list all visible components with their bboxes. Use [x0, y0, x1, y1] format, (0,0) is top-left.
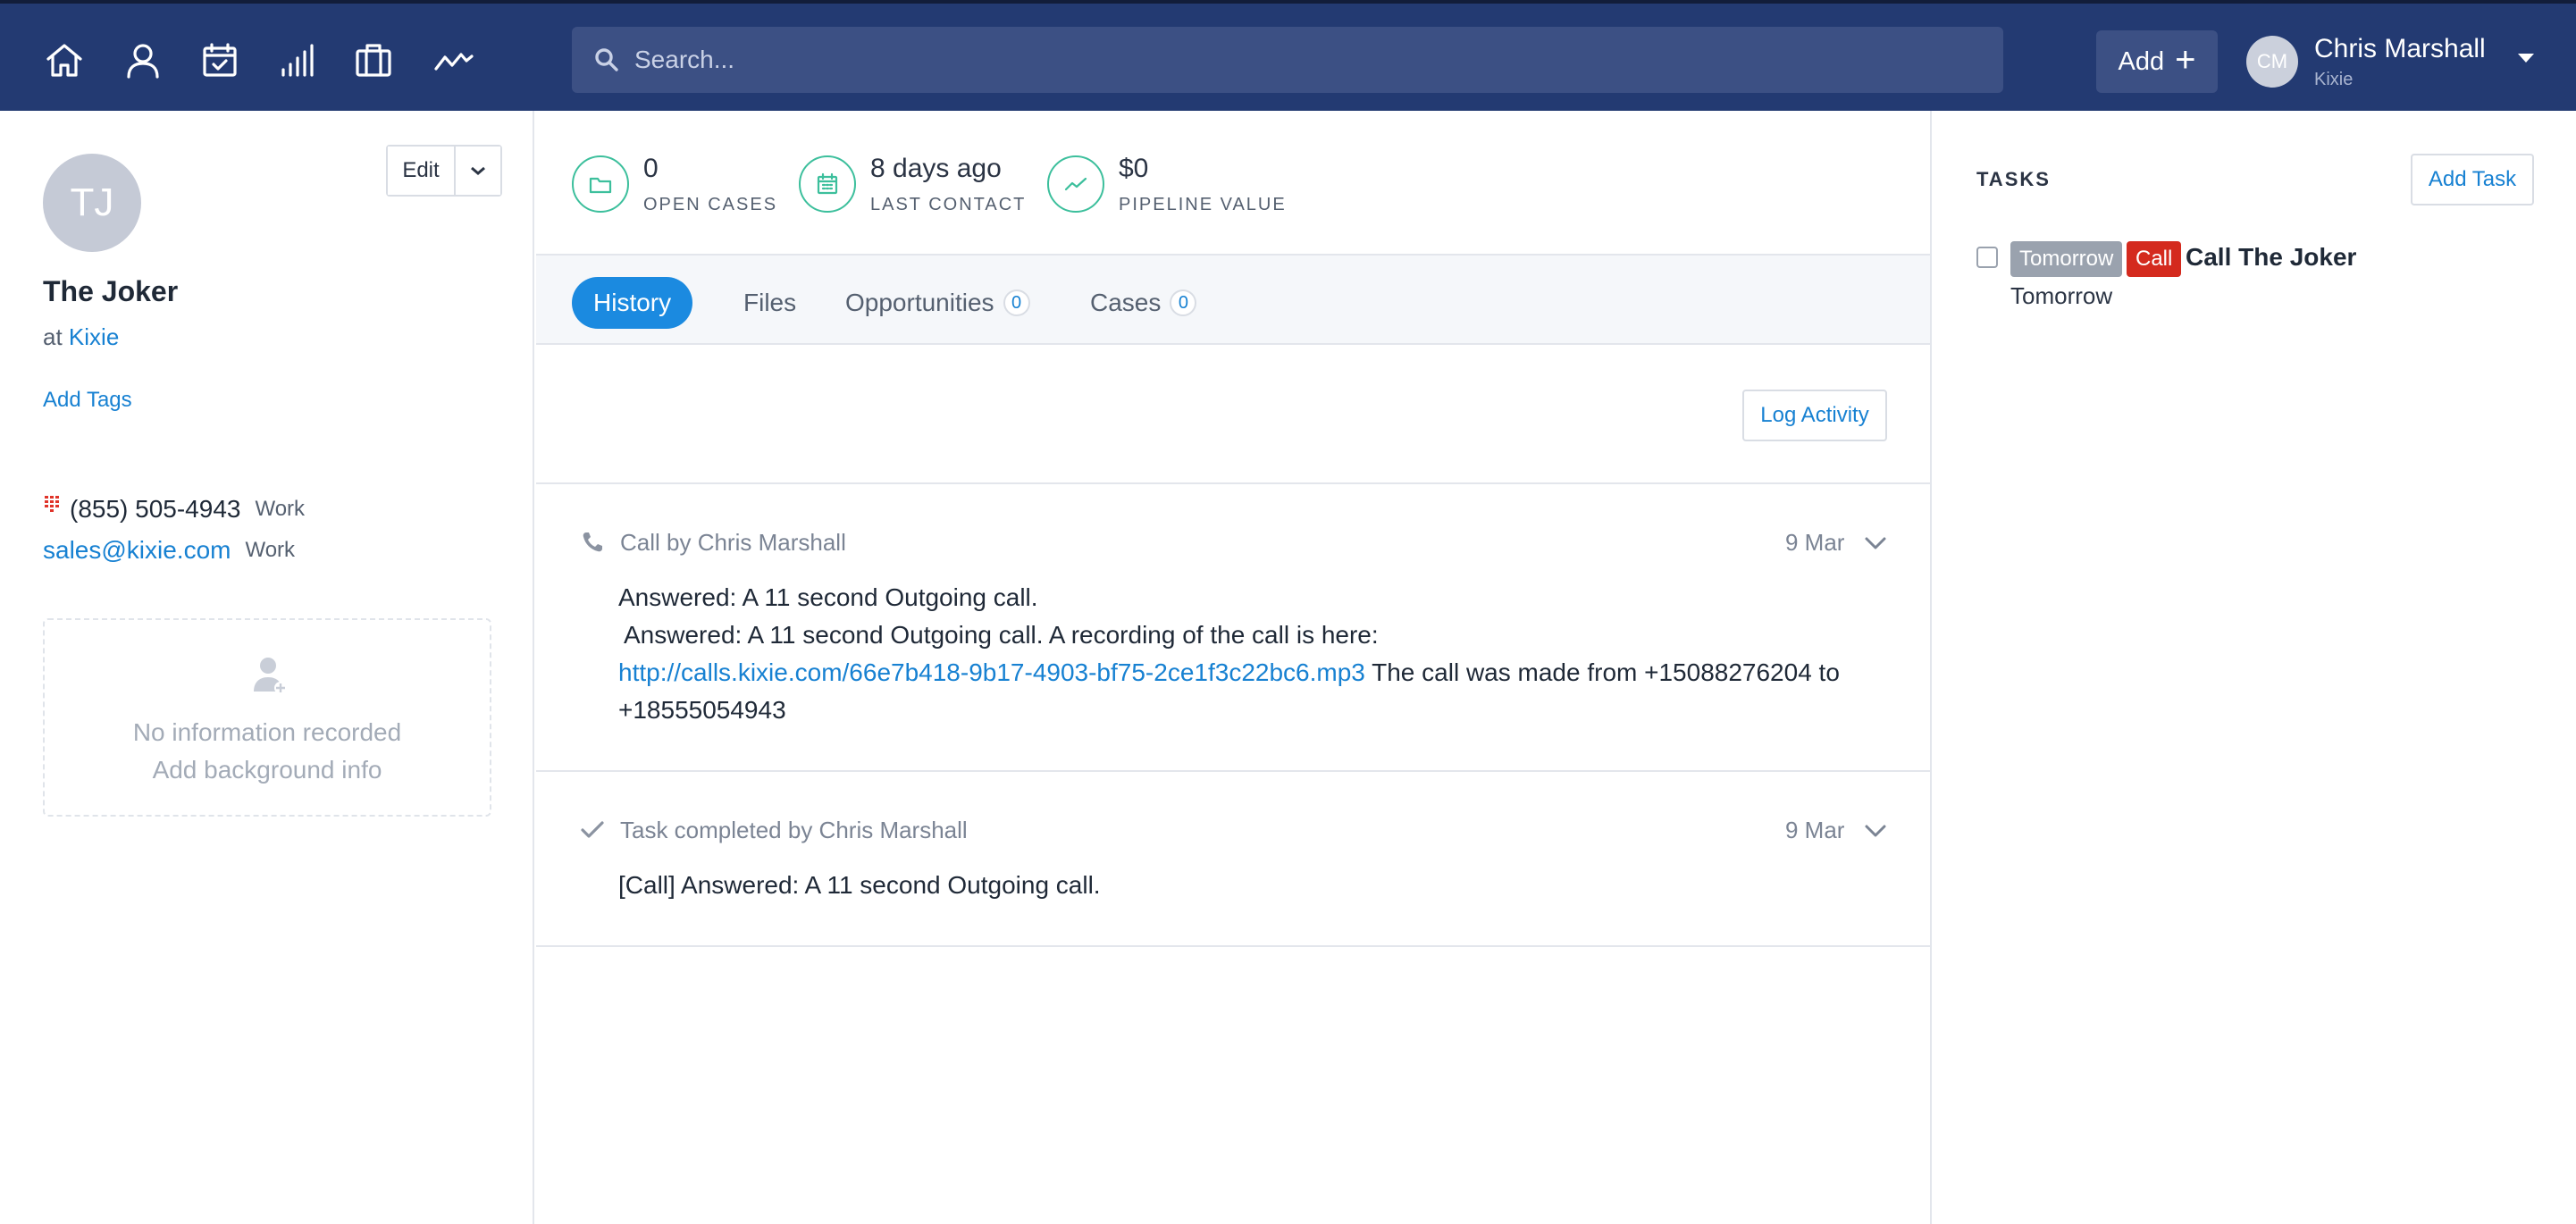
- checkmark-icon: [579, 817, 606, 843]
- tab-history[interactable]: History: [572, 277, 693, 329]
- tab-label: Cases: [1090, 289, 1162, 316]
- phone-icon: [579, 529, 606, 556]
- tasks-panel: TASKS Add Task Tomorrow Call Call The Jo…: [1934, 111, 2576, 1224]
- task-checkbox[interactable]: [1976, 247, 1998, 268]
- caret-down-icon[interactable]: [2518, 54, 2534, 63]
- background-info-box[interactable]: No information recorded Add background i…: [43, 618, 491, 817]
- activity-line: [Call] Answered: A 11 second Outgoing ca…: [618, 871, 1101, 899]
- search-icon: [595, 48, 618, 71]
- divider: [536, 945, 1930, 947]
- phone-type: Work: [255, 497, 306, 521]
- person-icon[interactable]: [122, 39, 164, 82]
- contact-name: The Joker: [43, 275, 179, 307]
- add-task-button[interactable]: Add Task: [2411, 154, 2534, 205]
- divider: [536, 482, 1930, 484]
- chevron-down-icon[interactable]: [1862, 534, 1889, 552]
- no-info-text: No information recorded: [132, 718, 402, 746]
- at-label: at: [43, 323, 63, 350]
- activity-date: 9 Mar: [1785, 529, 1845, 556]
- chevron-down-icon[interactable]: [1862, 822, 1889, 840]
- add-button[interactable]: Add +: [2096, 30, 2218, 93]
- activity-line: http://calls.kixie.com/66e7b418-9b17-490…: [618, 654, 1905, 729]
- activity-body: Answered: A 11 second Outgoing call. Ans…: [618, 579, 1905, 729]
- add-person-icon: [254, 658, 287, 694]
- activity-title: Task completed by Chris Marshall: [620, 817, 968, 843]
- contact-organization: at Kixie: [43, 323, 119, 351]
- phone-number[interactable]: (855) 505-4943: [70, 495, 240, 524]
- tab-label: Opportunities: [845, 289, 994, 316]
- stat-value: $0: [1119, 154, 1149, 183]
- main-content: 0 OPEN CASES 8 days ago LAST CONTACT $0 …: [536, 111, 1932, 1224]
- user-org: Kixie: [2314, 70, 2354, 89]
- tab-count-badge: 0: [1170, 289, 1197, 316]
- edit-button-group: Edit: [386, 145, 502, 197]
- stat-label: PIPELINE VALUE: [1119, 195, 1287, 214]
- search-input[interactable]: [634, 27, 1975, 93]
- tab-opportunities[interactable]: Opportunities 0: [845, 277, 1030, 329]
- bar-chart-icon[interactable]: [275, 39, 318, 82]
- tab-count-badge: 0: [1003, 289, 1030, 316]
- task-type-badge: Call: [2127, 241, 2182, 277]
- plus-icon: +: [2175, 40, 2196, 80]
- activity-line: Answered: A 11 second Outgoing call.: [618, 583, 1038, 611]
- add-button-label: Add: [2118, 46, 2165, 76]
- search-bar[interactable]: [572, 27, 2003, 93]
- organization-link[interactable]: Kixie: [69, 323, 119, 350]
- stat-label: LAST CONTACT: [870, 195, 1027, 214]
- calendar-icon: [799, 155, 856, 213]
- tab-cases[interactable]: Cases 0: [1090, 277, 1197, 329]
- activity-icon[interactable]: [432, 39, 475, 82]
- trend-icon: [1047, 155, 1104, 213]
- activity-line: Answered: A 11 second Outgoing call. A r…: [624, 621, 1379, 649]
- home-icon[interactable]: [43, 39, 86, 82]
- edit-button[interactable]: Edit: [388, 147, 456, 195]
- stat-value: 8 days ago: [870, 154, 1002, 183]
- user-menu[interactable]: CM Chris Marshall Kixie: [2246, 32, 2550, 91]
- contact-panel: TJ Edit The Joker at Kixie Add Tags (855…: [0, 111, 534, 1224]
- kixie-dialer-icon[interactable]: [43, 494, 61, 514]
- recording-link[interactable]: http://calls.kixie.com/66e7b418-9b17-490…: [618, 658, 1365, 686]
- user-name: Chris Marshall: [2314, 34, 2486, 63]
- stat-label: OPEN CASES: [643, 195, 778, 214]
- activity-title: Call by Chris Marshall: [620, 529, 846, 556]
- tab-files[interactable]: Files: [743, 277, 796, 329]
- chevron-down-icon: [471, 166, 485, 175]
- tab-bar: History Files Opportunities 0 Cases 0: [536, 254, 1930, 345]
- tasks-heading: TASKS: [1976, 168, 2051, 190]
- user-avatar: CM: [2246, 36, 2298, 88]
- activity-date: 9 Mar: [1785, 817, 1845, 843]
- calendar-icon[interactable]: [198, 39, 241, 82]
- contact-avatar: TJ: [43, 154, 141, 252]
- phone-row: (855) 505-4943 Work: [43, 493, 305, 525]
- briefcase-icon[interactable]: [352, 39, 395, 82]
- edit-dropdown-button[interactable]: [456, 147, 500, 195]
- email-link[interactable]: sales@kixie.com: [43, 536, 231, 565]
- log-activity-button[interactable]: Log Activity: [1742, 390, 1887, 441]
- task-due-date: Tomorrow: [2010, 282, 2113, 309]
- stat-value: 0: [643, 154, 659, 183]
- add-tags-link[interactable]: Add Tags: [43, 388, 132, 413]
- task-due-badge: Tomorrow: [2010, 241, 2123, 277]
- divider: [536, 770, 1930, 772]
- email-row: sales@kixie.com Work: [43, 534, 295, 566]
- top-nav-bar: Add + CM Chris Marshall Kixie: [0, 0, 2576, 111]
- email-type: Work: [245, 538, 296, 562]
- add-background-text[interactable]: Add background info: [45, 756, 490, 784]
- task-name[interactable]: Call The Joker: [2186, 243, 2356, 272]
- folder-icon: [572, 155, 629, 213]
- activity-body: [Call] Answered: A 11 second Outgoing ca…: [618, 867, 1905, 904]
